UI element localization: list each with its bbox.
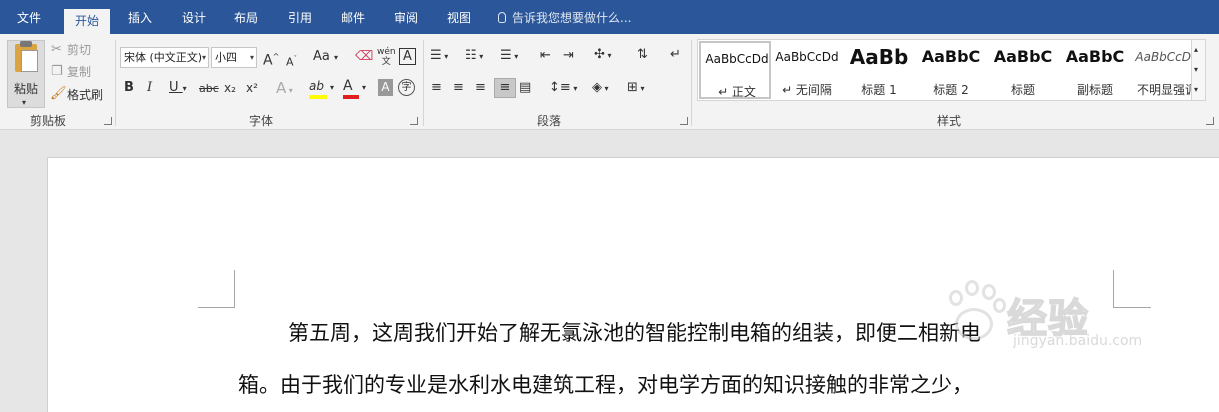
text-effects-icon[interactable]: A ▾ [276, 80, 293, 99]
style-no-spacing[interactable]: AaBbCcDd ↵ 无间隔 [771, 41, 843, 99]
style-title[interactable]: AaBbC 标题 [987, 41, 1059, 99]
line-spacing-icon[interactable]: ↕≡ ▾ [549, 80, 577, 97]
ribbon-home: 粘贴 ▾ ✂ 剪切 ❐ 复制 🖌 格式刷 剪贴板 宋体 (中文正文) ▾ 小四 ▾ … [0, 34, 1219, 130]
strikethrough-button[interactable]: abc [199, 81, 219, 97]
format-painter-button[interactable]: 格式刷 [67, 87, 103, 103]
align-center-icon[interactable]: ≡ [453, 80, 464, 96]
tab-review[interactable]: 审阅 [394, 9, 418, 27]
align-left-icon[interactable]: ≡ [431, 80, 442, 96]
tab-mailings[interactable]: 邮件 [341, 9, 365, 27]
character-shading-icon[interactable]: A [378, 79, 393, 96]
multilevel-list-icon[interactable]: ☰ ▾ [500, 48, 518, 65]
bullets-icon[interactable]: ☰ ▾ [430, 48, 448, 65]
tab-references[interactable]: 引用 [288, 9, 312, 27]
style-heading-2[interactable]: AaBbC 标题 2 [915, 41, 987, 99]
document-line-2[interactable]: 箱。由于我们的专业是水利水电建筑工程，对电学方面的知识接触的非常之少， [238, 371, 1118, 399]
copy-icon: ❐ [51, 64, 63, 79]
show-marks-icon[interactable]: ↵ [670, 47, 681, 63]
chinese-layout-icon[interactable]: ✣ ▾ [594, 47, 611, 64]
change-case-icon[interactable]: Aa ▾ [313, 49, 338, 66]
font-color-icon[interactable]: A [343, 78, 359, 99]
ribbon-tab-bar: 文件 开始 插入 设计 布局 引用 邮件 审阅 视图 告诉我您想要做什么... [0, 0, 1219, 34]
align-right-icon[interactable]: ≡ [475, 80, 486, 96]
increase-indent-icon[interactable]: ⇥ [563, 48, 574, 64]
styles-gallery: AaBbCcDd ↵ 正文 AaBbCcDd ↵ 无间隔 AaBb 标题 1 A… [697, 39, 1206, 101]
tab-insert[interactable]: 插入 [128, 9, 152, 27]
character-border-icon[interactable]: A [399, 48, 416, 65]
shading-icon[interactable]: ◈ ▾ [592, 80, 609, 97]
superscript-button[interactable]: x² [246, 80, 258, 96]
bold-button[interactable]: B [124, 80, 134, 96]
decrease-indent-icon[interactable]: ⇤ [540, 48, 551, 64]
tab-design[interactable]: 设计 [182, 9, 206, 27]
clear-format-icon[interactable]: ⌫ [355, 49, 373, 65]
styles-launcher-icon[interactable] [1206, 117, 1214, 125]
borders-icon[interactable]: ⊞ ▾ [627, 80, 644, 97]
font-color-dropdown-icon[interactable]: ▾ [362, 80, 366, 96]
tab-file[interactable]: 文件 [17, 9, 41, 27]
paragraph-group-label: 段落 [537, 114, 562, 128]
font-launcher-icon[interactable] [410, 117, 418, 125]
sort-icon[interactable]: ⇅ [637, 47, 648, 63]
watermark-url: jingyan.baidu.com [1013, 333, 1143, 349]
styles-group-label: 样式 [937, 114, 962, 128]
copy-button[interactable]: 复制 [67, 64, 91, 80]
paste-dropdown-icon[interactable]: ▾ [22, 95, 26, 111]
italic-button[interactable]: I [147, 80, 152, 96]
enclose-character-icon[interactable]: 字 [398, 79, 415, 96]
distributed-icon[interactable]: ▤ [519, 80, 531, 96]
numbering-icon[interactable]: ☷ ▾ [465, 48, 483, 65]
paw-logo-icon [955, 308, 993, 340]
tell-me-text: 告诉我您想要做什么... [512, 11, 632, 25]
style-heading-1[interactable]: AaBb 标题 1 [843, 41, 915, 99]
tab-layout[interactable]: 布局 [234, 9, 258, 27]
lightbulb-icon [498, 12, 506, 23]
clipboard-group-label: 剪贴板 [30, 114, 67, 128]
scissors-icon: ✂ [51, 42, 62, 57]
highlight-color-icon[interactable]: ab [309, 78, 327, 99]
chevron-down-icon[interactable]: ▾ [1194, 62, 1198, 78]
crop-mark-left [198, 270, 235, 308]
style-normal[interactable]: AaBbCcDd ↵ 正文 [699, 41, 771, 99]
font-group-label: 字体 [249, 114, 274, 128]
font-name-select[interactable]: 宋体 (中文正文) ▾ [120, 47, 209, 68]
font-size-select[interactable]: 小四 ▾ [211, 47, 257, 68]
paste-button[interactable]: 粘贴 ▾ [7, 40, 45, 108]
paragraph-launcher-icon[interactable] [680, 117, 688, 125]
tab-view[interactable]: 视图 [447, 9, 471, 27]
format-painter-icon: 🖌 [50, 86, 67, 101]
grow-font-icon[interactable]: A^ [263, 49, 279, 69]
chevron-down-icon: ▾ [201, 53, 206, 62]
tab-home[interactable]: 开始 [64, 9, 111, 34]
clipboard-launcher-icon[interactable] [104, 117, 112, 125]
subscript-button[interactable]: x₂ [224, 80, 236, 96]
cut-button[interactable]: 剪切 [67, 42, 91, 58]
phonetic-guide-icon[interactable]: wén 文 [377, 47, 396, 67]
justify-icon[interactable]: ≡ [494, 78, 516, 98]
tell-me-search[interactable]: 告诉我您想要做什么... [498, 9, 631, 27]
chevron-down-icon: ▾ [249, 53, 254, 62]
style-subtitle[interactable]: AaBbC 副标题 [1059, 41, 1131, 99]
chevron-up-icon[interactable]: ▴ [1194, 42, 1198, 58]
gallery-scrollbar[interactable]: ▴ ▾ ▾ [1191, 40, 1205, 100]
underline-button[interactable]: U ▾ [169, 80, 187, 97]
shrink-font-icon[interactable]: Aˇ [286, 51, 297, 71]
baidu-jingyan-watermark: 经验 jingyan.baidu.com [935, 278, 1185, 353]
gallery-expand-icon[interactable]: ▾ [1194, 82, 1198, 98]
highlight-dropdown-icon[interactable]: ▾ [330, 80, 334, 96]
